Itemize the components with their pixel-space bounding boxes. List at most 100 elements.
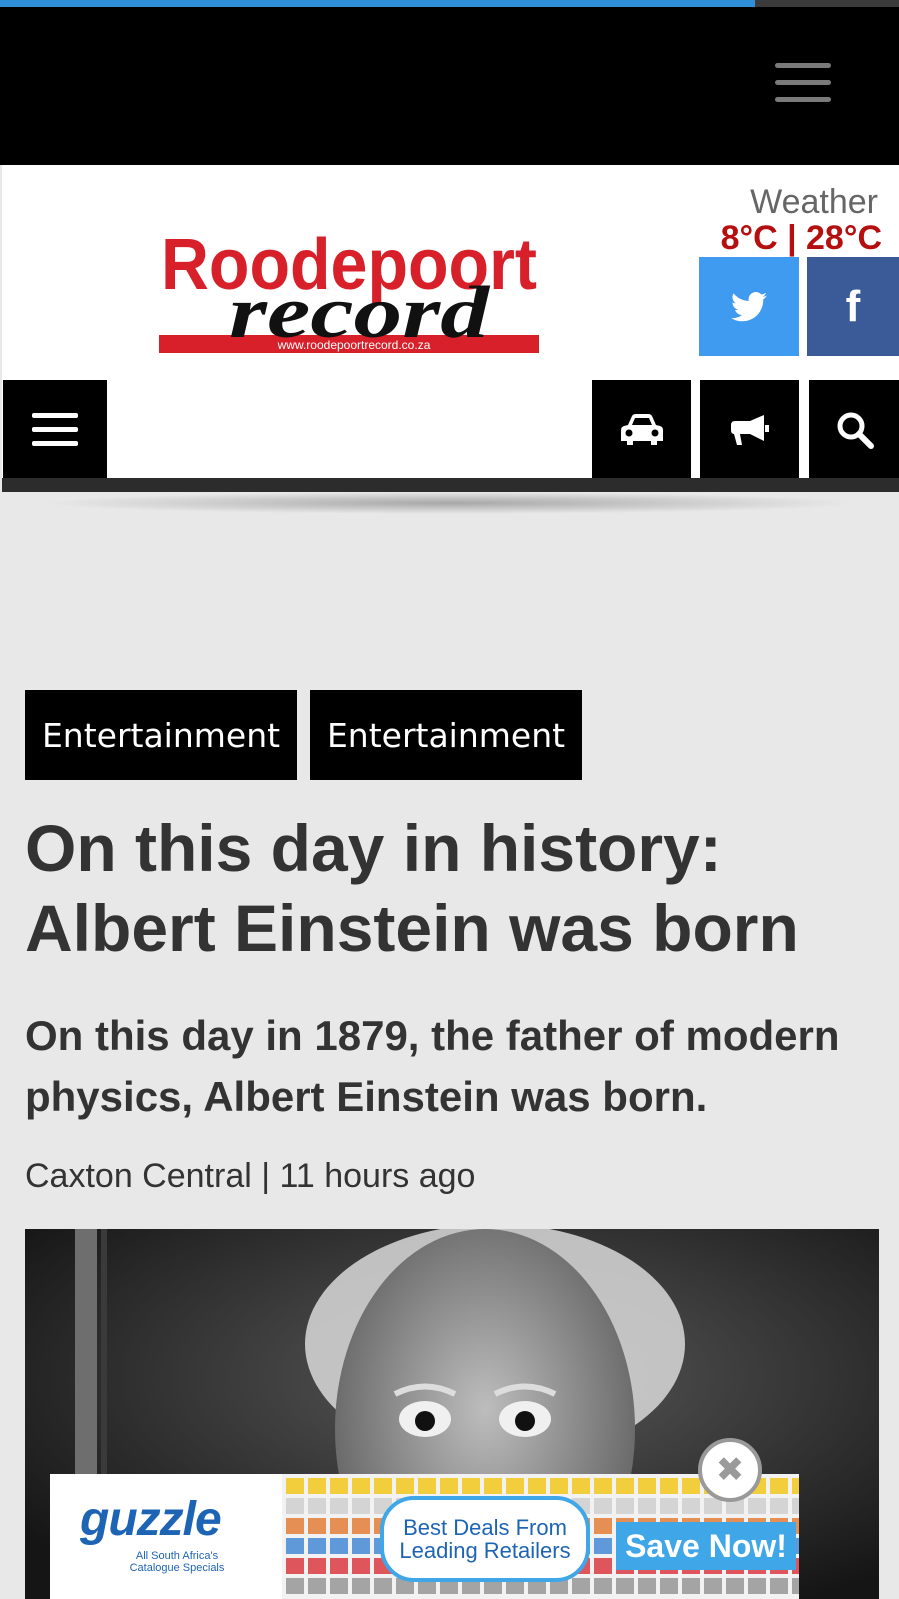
catalogue-thumbnail xyxy=(352,1558,370,1574)
catalogue-thumbnail xyxy=(616,1498,634,1514)
catalogue-thumbnail xyxy=(308,1498,326,1514)
nav-bottom-bar xyxy=(2,478,899,492)
article-title: On this day in history: Albert Einstein … xyxy=(25,811,799,965)
catalogue-thumbnail xyxy=(638,1578,656,1594)
catalogue-thumbnail xyxy=(352,1478,370,1494)
catalogue-thumbnail xyxy=(308,1558,326,1574)
top-bar xyxy=(0,7,899,165)
catalogue-thumbnail xyxy=(374,1578,392,1594)
catalogue-thumbnail xyxy=(792,1498,799,1514)
page-load-progress-fill xyxy=(0,0,756,7)
catalogue-thumbnail xyxy=(286,1498,304,1514)
catalogue-thumbnail xyxy=(484,1478,502,1494)
catalogue-thumbnail xyxy=(594,1538,612,1554)
catalogue-thumbnail xyxy=(770,1578,788,1594)
logo-url: www.roodepoortrecord.co.za xyxy=(277,338,431,352)
close-icon[interactable]: ✖ xyxy=(698,1438,762,1502)
weather-widget[interactable]: Weather 8°C | 28°C xyxy=(702,185,892,257)
catalogue-thumbnail xyxy=(572,1578,590,1594)
catalogue-thumbnail xyxy=(616,1578,634,1594)
ad-bubble-line1: Best Deals From xyxy=(403,1515,567,1540)
catalogue-thumbnail xyxy=(704,1578,722,1594)
weather-temps: 8°C | 28°C xyxy=(720,219,882,257)
ad-bubble: Best Deals From Leading Retailers xyxy=(380,1496,590,1582)
catalogue-thumbnail xyxy=(330,1478,348,1494)
catalogue-thumbnail xyxy=(330,1538,348,1554)
roodepoort-record-logo[interactable]: Roodepoort record www.roodepoortrecord.c… xyxy=(159,227,539,367)
nav-menu-button[interactable] xyxy=(3,380,107,479)
catalogue-thumbnail xyxy=(682,1578,700,1594)
weather-label: Weather xyxy=(750,183,878,221)
catalogue-thumbnail xyxy=(308,1538,326,1554)
catalogue-thumbnail xyxy=(660,1478,678,1494)
catalogue-thumbnail xyxy=(330,1518,348,1534)
article-lead: On this day in 1879, the father of moder… xyxy=(25,1012,840,1120)
catalogue-thumbnail xyxy=(396,1478,414,1494)
catalogue-thumbnail xyxy=(308,1578,326,1594)
twitter-icon xyxy=(731,291,767,321)
catalogue-thumbnail xyxy=(440,1478,458,1494)
catalogue-thumbnail xyxy=(330,1578,348,1594)
catalogue-thumbnail xyxy=(638,1498,656,1514)
catalogue-thumbnail xyxy=(330,1498,348,1514)
catalogue-thumbnail xyxy=(528,1478,546,1494)
catalogue-thumbnail xyxy=(550,1478,568,1494)
megaphone-icon xyxy=(730,414,769,445)
nav-search-button[interactable] xyxy=(809,380,899,479)
catalogue-thumbnail xyxy=(352,1538,370,1554)
catalogue-thumbnail xyxy=(286,1578,304,1594)
catalogue-thumbnail xyxy=(748,1578,766,1594)
guzzle-ad-banner[interactable]: guzzle All South Africa's Catalogue Spec… xyxy=(50,1474,799,1599)
catalogue-thumbnail xyxy=(286,1478,304,1494)
catalogue-thumbnail xyxy=(352,1578,370,1594)
catalogue-thumbnail xyxy=(374,1478,392,1494)
catalogue-thumbnail xyxy=(616,1478,634,1494)
catalogue-thumbnail xyxy=(770,1478,788,1494)
save-now-button[interactable]: Save Now! xyxy=(616,1522,796,1570)
catalogue-thumbnail xyxy=(286,1518,304,1534)
catalogue-thumbnail xyxy=(682,1478,700,1494)
catalogue-thumbnail xyxy=(594,1478,612,1494)
catalogue-thumbnail xyxy=(286,1558,304,1574)
nav-announcements-button[interactable] xyxy=(700,380,799,479)
nav-bar xyxy=(2,380,899,491)
catalogue-thumbnail xyxy=(792,1578,799,1594)
catalogue-thumbnail xyxy=(660,1498,678,1514)
catalogue-thumbnail xyxy=(594,1558,612,1574)
catalogue-thumbnail xyxy=(572,1478,590,1494)
catalogue-thumbnail xyxy=(594,1498,612,1514)
car-icon xyxy=(620,413,663,445)
ad-bubble-line2: Leading Retailers xyxy=(399,1538,571,1563)
catalogue-thumbnail xyxy=(770,1498,788,1514)
catalogue-thumbnail xyxy=(352,1518,370,1534)
catalogue-thumbnail xyxy=(308,1518,326,1534)
catalogue-thumbnail xyxy=(594,1518,612,1534)
catalogue-thumbnail xyxy=(792,1478,799,1494)
catalogue-thumbnail xyxy=(308,1478,326,1494)
article-byline: Caxton Central | 11 hours ago xyxy=(25,1157,476,1195)
twitter-button[interactable] xyxy=(699,257,799,356)
ad-tagline: All South Africa's Catalogue Specials xyxy=(129,1550,225,1574)
catalogue-thumbnail xyxy=(506,1478,524,1494)
nav-curve-shadow xyxy=(40,492,860,514)
search-icon xyxy=(837,412,874,449)
page-load-progress xyxy=(0,0,899,7)
catalogue-thumbnail xyxy=(660,1578,678,1594)
catalogue-thumbnail xyxy=(352,1498,370,1514)
catalogue-thumbnail xyxy=(638,1478,656,1494)
catalogue-thumbnail xyxy=(286,1538,304,1554)
category-tag[interactable]: Entertainment xyxy=(25,690,297,780)
catalogue-thumbnail xyxy=(726,1578,744,1594)
ad-brand: guzzle xyxy=(80,1493,222,1546)
catalogue-thumbnail xyxy=(418,1478,436,1494)
catalogue-thumbnail xyxy=(748,1498,766,1514)
menu-icon xyxy=(32,412,78,446)
facebook-button[interactable]: f xyxy=(807,257,899,356)
category-tag[interactable]: Entertainment xyxy=(310,690,582,780)
hamburger-menu-icon[interactable] xyxy=(775,63,831,103)
nav-motoring-button[interactable] xyxy=(592,380,691,479)
catalogue-thumbnail xyxy=(330,1558,348,1574)
masthead: Roodepoort record www.roodepoortrecord.c… xyxy=(2,165,899,380)
catalogue-thumbnail xyxy=(682,1498,700,1514)
catalogue-thumbnail xyxy=(594,1578,612,1594)
